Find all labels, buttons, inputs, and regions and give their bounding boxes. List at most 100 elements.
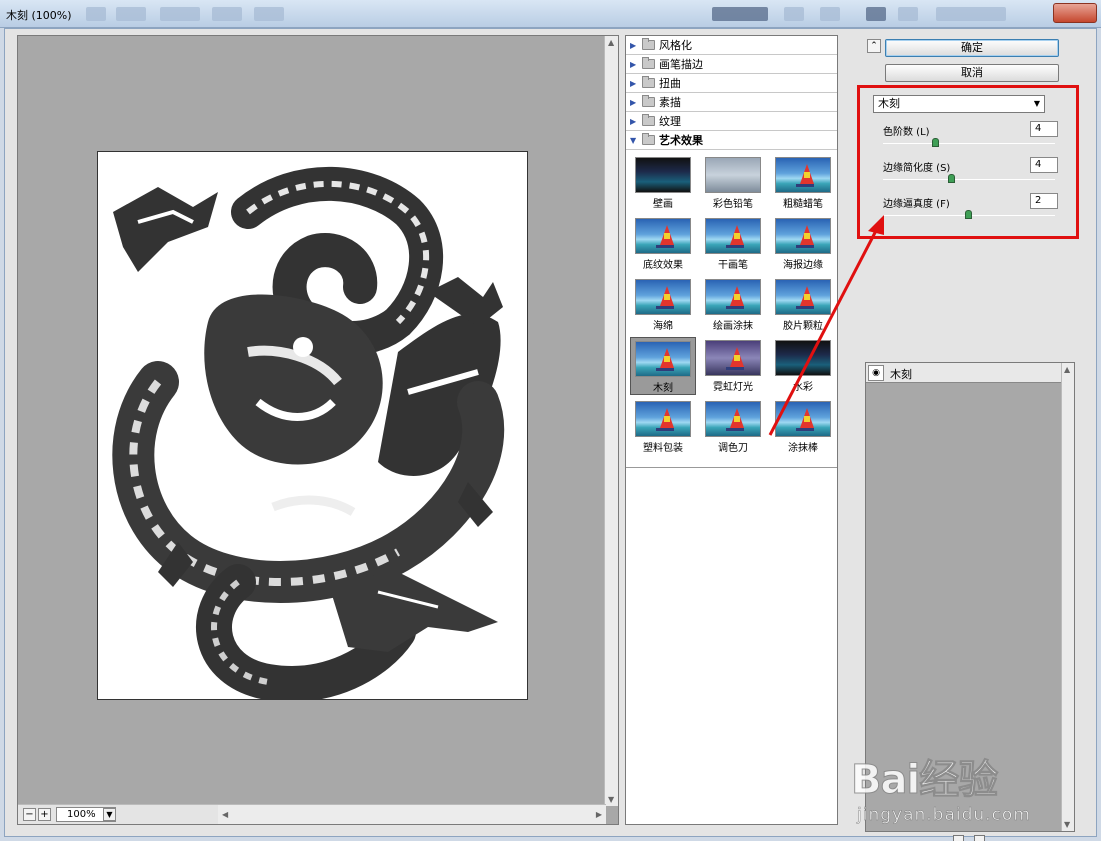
category-label: 艺术效果: [659, 134, 703, 147]
filter-thumb[interactable]: 彩色铅笔: [700, 154, 766, 212]
filter-thumb[interactable]: 绘画涂抹: [700, 276, 766, 334]
param-label: 色阶数 (L): [883, 127, 930, 138]
preview-horizontal-scrollbar[interactable]: ◀ ▶: [218, 804, 606, 824]
scroll-up-icon[interactable]: ▲: [608, 38, 614, 47]
category-4[interactable]: ▶ 纹理: [626, 112, 837, 131]
filter-thumb[interactable]: 干画笔: [700, 215, 766, 273]
effect-layer[interactable]: ◉ 木刻: [866, 363, 1062, 383]
toolbar-blur-icon: [936, 7, 1006, 21]
filter-gallery-dialog: ▲ ▼ − + 100% ▼ ◀ ▶ ▶ 风格化 ▶ 画笔描边 ▶ 扭曲 ▶ 素描 ▶ 纹理 ▼ 艺术…: [4, 28, 1097, 841]
preview-area[interactable]: ▲ ▼ − + 100% ▼ ◀ ▶: [17, 35, 619, 825]
watermark-logo: Bai经验 jingyan.baidu.com: [850, 747, 1061, 837]
toolbar-blur-icon: [160, 7, 200, 21]
filter-thumb[interactable]: 霓虹灯光: [700, 337, 766, 395]
toolbar-blur-icon: [116, 7, 146, 21]
param-value-input[interactable]: 4: [1030, 121, 1058, 137]
eye-icon[interactable]: ◉: [868, 365, 884, 381]
category-list: ▶ 风格化 ▶ 画笔描边 ▶ 扭曲 ▶ 素描 ▶ 纹理 ▼ 艺术效果: [626, 36, 837, 150]
category-5[interactable]: ▼ 艺术效果: [626, 131, 837, 150]
close-button[interactable]: [1053, 3, 1097, 23]
zoom-dropdown-icon[interactable]: ▼: [103, 808, 116, 821]
filter-preview-icon: [635, 279, 691, 315]
preview-vertical-scrollbar[interactable]: ▲ ▼: [604, 36, 618, 806]
filter-label: 海绵: [653, 321, 673, 332]
param-slider-handle[interactable]: [932, 138, 939, 147]
watermark-brand: Bai经验: [850, 757, 998, 804]
category-label: 素描: [659, 96, 681, 109]
zoom-out-button[interactable]: −: [23, 808, 36, 821]
param-value-input[interactable]: 2: [1030, 193, 1058, 209]
param-row: 边缘逼真度 (F) 2: [883, 193, 1058, 227]
ok-button[interactable]: 确定: [885, 39, 1059, 57]
param-slider-handle[interactable]: [948, 174, 955, 183]
filter-preview-icon: [705, 340, 761, 376]
filter-label: 干画笔: [718, 260, 748, 271]
filter-thumb[interactable]: 海绵: [630, 276, 696, 334]
filter-preview-icon: [635, 157, 691, 193]
filter-thumb[interactable]: 底纹效果: [630, 215, 696, 273]
filter-preview-icon: [705, 157, 761, 193]
title-bar: 木刻 (100%): [0, 0, 1101, 28]
chevron-down-icon: ▼: [1033, 99, 1040, 108]
filter-label: 彩色铅笔: [713, 199, 753, 210]
filter-label: 壁画: [653, 199, 673, 210]
folder-icon: [642, 57, 655, 69]
filter-thumb[interactable]: 木刻: [630, 337, 696, 395]
toolbar-blur-icon: [712, 7, 768, 21]
filter-preview-icon: [705, 279, 761, 315]
filter-preview-icon: [635, 341, 691, 377]
param-slider-track[interactable]: [883, 179, 1055, 180]
filter-preview-icon: [705, 218, 761, 254]
filter-preview-icon: [635, 218, 691, 254]
param-label: 边缘简化度 (S): [883, 163, 951, 174]
folder-icon: [642, 114, 655, 126]
watermark-url: jingyan.baidu.com: [857, 805, 1031, 826]
filter-thumb[interactable]: 粗糙蜡笔: [770, 154, 836, 212]
scroll-down-icon[interactable]: ▼: [1064, 820, 1070, 829]
filter-preview-icon: [705, 401, 761, 437]
category-0[interactable]: ▶ 风格化: [626, 36, 837, 55]
collapse-gallery-button[interactable]: ⌃: [867, 39, 881, 53]
filter-thumb[interactable]: 壁画: [630, 154, 696, 212]
toolbar-blur-icon: [254, 7, 284, 21]
toolbar-blur-icon: [784, 7, 804, 21]
zoom-in-button[interactable]: +: [38, 808, 51, 821]
filter-label: 绘画涂抹: [713, 321, 753, 332]
category-label: 纹理: [659, 115, 681, 128]
folder-icon: [642, 133, 655, 145]
category-1[interactable]: ▶ 画笔描边: [626, 55, 837, 74]
triangle-right-icon: ▶: [630, 97, 637, 107]
param-row: 边缘简化度 (S) 4: [883, 157, 1058, 191]
param-slider-track[interactable]: [883, 143, 1055, 144]
preview-image[interactable]: [97, 151, 528, 700]
layer-name: 木刻: [890, 368, 912, 381]
param-value-input[interactable]: 4: [1030, 157, 1058, 173]
triangle-right-icon: ▶: [630, 59, 637, 69]
filter-label: 木刻: [653, 383, 673, 394]
scroll-up-icon[interactable]: ▲: [1064, 365, 1070, 374]
category-2[interactable]: ▶ 扭曲: [626, 74, 837, 93]
filter-thumb[interactable]: 塑料包装: [630, 398, 696, 456]
param-label: 边缘逼真度 (F): [883, 199, 950, 210]
filter-preview-icon: [635, 401, 691, 437]
triangle-right-icon: ▶: [630, 78, 637, 88]
layers-scrollbar[interactable]: ▲ ▼: [1061, 363, 1074, 831]
dragon-woodcut-image: [98, 152, 527, 699]
scroll-left-icon[interactable]: ◀: [222, 810, 228, 819]
toolbar-blur-icon: [898, 7, 918, 21]
param-slider-handle[interactable]: [965, 210, 972, 219]
triangle-right-icon: ▶: [630, 116, 637, 126]
filter-label: 底纹效果: [643, 260, 683, 271]
filter-select[interactable]: 木刻 ▼: [873, 95, 1045, 113]
filter-label: 粗糙蜡笔: [783, 199, 823, 210]
scroll-down-icon[interactable]: ▼: [608, 795, 614, 804]
scroll-right-icon[interactable]: ▶: [596, 810, 602, 819]
param-row: 色阶数 (L) 4: [883, 121, 1058, 155]
filter-thumb[interactable]: 调色刀: [700, 398, 766, 456]
category-label: 风格化: [659, 39, 692, 52]
category-3[interactable]: ▶ 素描: [626, 93, 837, 112]
folder-icon: [642, 76, 655, 88]
triangle-down-icon: ▼: [630, 135, 637, 145]
cancel-button[interactable]: 取消: [885, 64, 1059, 82]
toolbar-blur-icon: [212, 7, 242, 21]
